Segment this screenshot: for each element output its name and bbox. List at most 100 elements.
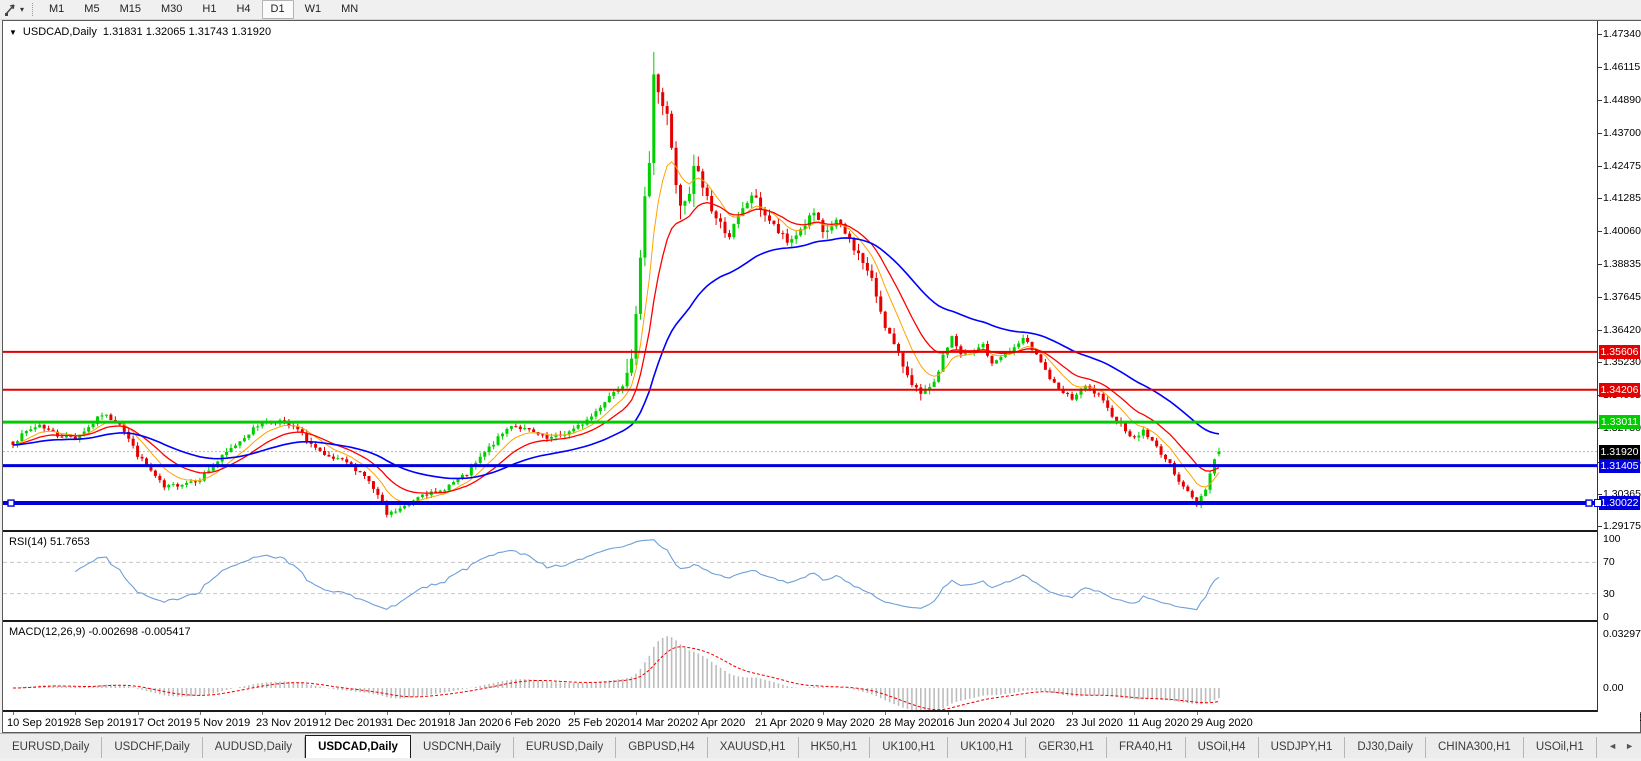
tab-china300-h1[interactable]: CHINA300,H1 [1426,737,1524,758]
line-handle[interactable] [7,499,15,507]
tab-usdcnh-daily[interactable]: USDCNH,Daily [411,737,514,758]
date-tick-mark [262,712,263,715]
tab-usdchf-daily[interactable]: USDCHF,Daily [102,737,203,758]
date-axis-label: 28 May 2020 [879,717,943,729]
price-tick-mark [1598,231,1602,232]
tab-eurusd-daily[interactable]: EURUSD,Daily [0,737,103,758]
price-tick-mark [1598,330,1602,331]
date-axis-label: 25 Feb 2020 [568,717,630,729]
chart-tab-bar: EURUSD,Daily USDCHF,Daily AUDUSD,Daily USDC… [0,733,1641,758]
ma-mid-line [12,201,1220,494]
tab-dj30-daily[interactable]: DJ30,Daily [1345,737,1426,758]
date-tick-mark [511,712,512,715]
tab-ger30-h1[interactable]: GER30,H1 [1026,737,1107,758]
chart-collapse-icon[interactable]: ▼ [9,28,17,37]
date-tick-mark [13,712,14,715]
tab-eurusd-daily[interactable]: EURUSD,Daily [514,737,617,758]
price-level-label: 1.33011 [1599,415,1640,429]
candles [11,51,1221,518]
price-tick-mark [1598,133,1602,134]
tab-usdjpy-h1[interactable]: USDJPY,H1 [1259,737,1346,758]
tab-scroll-left-icon[interactable]: ◄ [1605,741,1620,751]
date-axis-label: 29 Aug 2020 [1191,717,1253,729]
toolbar-grip [32,3,34,16]
date-axis-label: 21 Apr 2020 [755,717,815,729]
cursor-tool-icon [5,4,15,16]
price-tick-label: 1.40060 [1603,225,1641,237]
date-axis-label: 10 Sep 2019 [7,717,70,729]
tab-uk100-h1[interactable]: UK100,H1 [948,737,1027,758]
price-tick-label: 1.41285 [1603,192,1641,204]
price-tick-mark [1598,100,1602,101]
line-handle[interactable] [1594,499,1602,507]
date-tick-mark [636,712,637,715]
tab-xauusd-h1[interactable]: XAUUSD,H1 [708,737,799,758]
line-handle[interactable] [1585,499,1593,507]
date-tick-mark [75,712,76,715]
main-chart-pane[interactable] [3,21,1597,530]
chart-ohlc-values: 1.31831 1.32065 1.31743 1.31920 [102,26,272,38]
date-tick-mark [574,712,575,715]
price-tick-label: 1.38835 [1603,258,1641,270]
rsi-line [74,539,1220,611]
rsi-axis-label: 30 [1603,588,1615,600]
timeframe-button-h4[interactable]: H4 [227,0,259,19]
price-tick-mark [1598,494,1602,495]
chart-symbol-label: USDCAD,Daily [22,26,97,38]
price-level-label: 1.30022 [1599,496,1640,510]
rsi-pane[interactable] [3,532,1597,620]
tab-gbpusd-h4[interactable]: GBPUSD,H4 [616,737,708,758]
price-tick-label: 1.36420 [1603,324,1641,336]
price-scale[interactable]: 1.47340 1.46115 1.44890 1.43700 1.42475 1.412… [1594,21,1641,724]
macd-pane[interactable] [3,622,1597,710]
timeframe-button-m15[interactable]: M15 [111,0,150,19]
date-axis-label: 31 Dec 2019 [381,717,444,729]
tab-scroll-right-icon[interactable]: ► [1622,741,1637,751]
timeframe-button-mn[interactable]: MN [332,0,367,19]
timeframe-button-m5[interactable]: M5 [75,0,108,19]
price-level-label: 1.34206 [1599,383,1640,397]
tab-usdcad-daily[interactable]: USDCAD,Daily [305,735,411,758]
date-axis-label: 9 May 2020 [817,717,875,729]
cursor-tool-caret-icon[interactable]: ▾ [20,5,24,14]
price-tick-mark [1598,264,1602,265]
date-axis-label: 4 Jul 2020 [1004,717,1055,729]
date-axis-label: 14 Mar 2020 [630,717,692,729]
tab-usoil-h4[interactable]: USOil,H4 [1186,737,1259,758]
date-tick-mark [1010,712,1011,715]
timeframe-button-m1[interactable]: M1 [40,0,73,19]
date-tick-mark [948,712,949,715]
price-tick-label: 1.47340 [1603,28,1641,40]
mt4-application: ▾ M1 M5 M15 M30 H1 H4 D1 W1 MN ▼ USDCAD,Daily 1.… [0,0,1641,761]
date-tick-mark [1072,712,1073,715]
price-tick-mark [1598,297,1602,298]
tab-usoil-h1[interactable]: USOil,H1 [1524,737,1597,758]
timeframe-buttons: M1 M5 M15 M30 H1 H4 D1 W1 MN [39,0,368,19]
rsi-axis-label: 100 [1603,533,1621,545]
date-axis-label: 23 Jul 2020 [1066,717,1123,729]
date-tick-mark [885,712,886,715]
tab-uk100-h1[interactable]: UK100,H1 [870,737,949,758]
tab-fra40-h1[interactable]: FRA40,H1 [1107,737,1186,758]
date-tick-mark [200,712,201,715]
timeframe-button-h1[interactable]: H1 [193,0,225,19]
macd-histogram [16,636,1220,710]
timeframe-button-w1[interactable]: W1 [296,0,331,19]
chart-window: ▼ USDCAD,Daily 1.31831 1.32065 1.31743 1… [2,20,1641,733]
tab-hk50-h1[interactable]: HK50,H1 [799,737,871,758]
price-tick-label: 1.46115 [1603,61,1641,73]
price-tick-mark [1598,67,1602,68]
cursor-tool-button[interactable]: ▾ [0,0,28,19]
date-axis[interactable]: 10 Sep 2019 28 Sep 2019 17 Oct 2019 5 Nov 2… [3,712,1640,732]
date-tick-mark [449,712,450,715]
date-tick-mark [138,712,139,715]
tab-scrollers: ◄ ► [1601,734,1641,758]
price-tick-label: 1.29175 [1603,520,1641,532]
timeframe-button-m30[interactable]: M30 [152,0,191,19]
tab-audusd-daily[interactable]: AUDUSD,Daily [203,737,306,758]
price-tick-label: 1.37645 [1603,291,1641,303]
timeframe-button-d1[interactable]: D1 [261,0,294,19]
price-tick-label: 1.44890 [1603,94,1641,106]
timeframe-toolbar: ▾ M1 M5 M15 M30 H1 H4 D1 W1 MN [0,0,1641,20]
price-tick-label: 1.43700 [1603,127,1641,139]
